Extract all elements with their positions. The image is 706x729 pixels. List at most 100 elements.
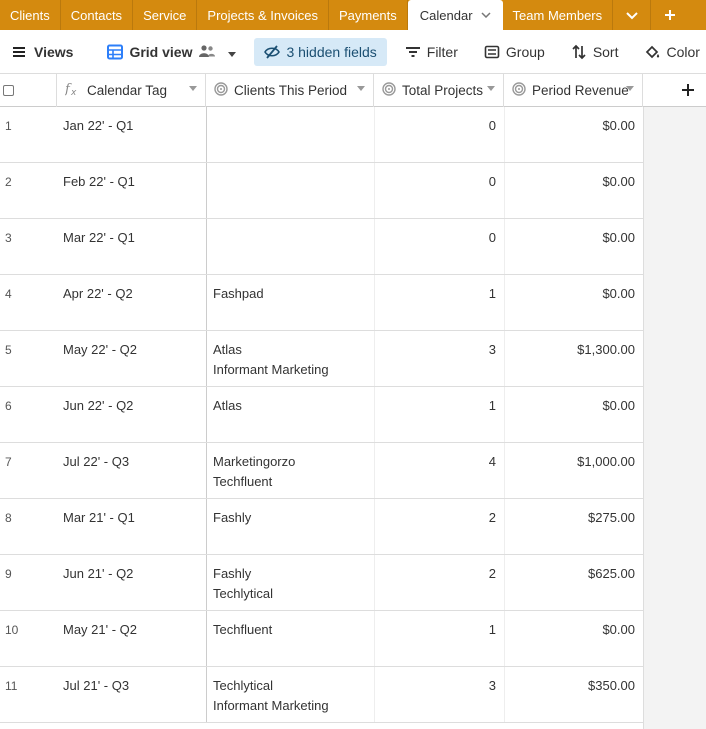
column-menu-caret-icon[interactable] (189, 86, 197, 91)
cell-total-projects[interactable]: 0 (374, 107, 504, 162)
more-tabs-button[interactable] (613, 0, 652, 30)
cell-total-projects[interactable]: 3 (374, 667, 504, 722)
table-row[interactable]: 7 Jul 22' - Q3 Marketingorzo Techfluent 4… (0, 443, 643, 499)
cell-clients-this-period[interactable]: Fashpad (206, 275, 374, 330)
cell-clients-this-period[interactable] (206, 219, 374, 274)
views-button[interactable]: Views (0, 38, 81, 66)
cell-period-revenue[interactable]: $0.00 (504, 275, 643, 330)
color-button[interactable]: Color (637, 38, 706, 66)
cell-calendar-tag[interactable]: May 21' - Q2 (57, 611, 206, 666)
cell-calendar-tag[interactable]: Mar 21' - Q1 (57, 499, 206, 554)
tab-service[interactable]: Service (133, 0, 198, 30)
sort-button[interactable]: Sort (563, 38, 627, 66)
cell-period-revenue[interactable]: $275.00 (504, 499, 643, 554)
table-row[interactable]: 6 Jun 22' - Q2 Atlas 1 $0.00 (0, 387, 643, 443)
table-row[interactable]: 8 Mar 21' - Q1 Fashly 2 $275.00 (0, 499, 643, 555)
cell-period-revenue[interactable]: $0.00 (504, 107, 643, 162)
cell-period-revenue[interactable]: $0.00 (504, 387, 643, 442)
cell-period-revenue[interactable]: $350.00 (504, 667, 643, 722)
cell-total-projects[interactable]: 0 (374, 219, 504, 274)
cell-period-revenue[interactable]: $0.00 (504, 219, 643, 274)
cell-calendar-tag[interactable]: Jul 22' - Q3 (57, 443, 206, 498)
cell-total-projects[interactable]: 1 (374, 387, 504, 442)
cell-calendar-tag[interactable]: Jun 21' - Q2 (57, 555, 206, 610)
row-number: 2 (5, 175, 12, 189)
column-header-clients-this-period[interactable]: Clients This Period (206, 74, 374, 107)
chevron-down-icon (625, 8, 638, 23)
tab-calendar[interactable]: Calendar (407, 0, 503, 30)
cell-period-revenue[interactable]: $625.00 (504, 555, 643, 610)
cell-clients-this-period[interactable]: Atlas Informant Marketing (206, 331, 374, 386)
rollup-icon (214, 82, 228, 99)
cell-total-projects[interactable]: 2 (374, 499, 504, 554)
column-menu-caret-icon[interactable] (357, 86, 365, 91)
table-row[interactable]: 2 Feb 22' - Q1 0 $0.00 (0, 163, 643, 219)
grid-icon (107, 44, 124, 60)
cell-calendar-tag[interactable]: Feb 22' - Q1 (57, 163, 206, 218)
table-row[interactable]: 9 Jun 21' - Q2 Fashly Techlytical 2 $625.… (0, 555, 643, 611)
table-row[interactable]: 5 May 22' - Q2 Atlas Informant Marketing … (0, 331, 643, 387)
cell-clients-this-period[interactable]: Fashly Techlytical (206, 555, 374, 610)
client-name: Fashly (213, 566, 252, 581)
filter-button[interactable]: Filter (397, 38, 466, 66)
column-menu-caret-icon[interactable] (487, 86, 495, 91)
tab-contacts[interactable]: Contacts (61, 0, 134, 30)
cell-total-projects[interactable]: 1 (374, 611, 504, 666)
cell-total-projects[interactable]: 2 (374, 555, 504, 610)
cell-calendar-tag[interactable]: Mar 22' - Q1 (57, 219, 206, 274)
add-field-button[interactable] (643, 74, 706, 107)
rollup-icon (382, 82, 396, 99)
group-button[interactable]: Group (476, 38, 553, 66)
cell-total-projects[interactable]: 1 (374, 275, 504, 330)
table-row[interactable]: 11 Jul 21' - Q3 Techlytical Informant Mar… (0, 667, 643, 723)
table-row[interactable]: 4 Apr 22' - Q2 Fashpad 1 $0.00 (0, 275, 643, 331)
tab-team-members[interactable]: Team Members (503, 0, 614, 30)
cell-clients-this-period[interactable]: Techlytical Informant Marketing (206, 667, 374, 722)
tab-payments[interactable]: Payments (329, 0, 408, 30)
cell-total-projects[interactable]: 4 (374, 443, 504, 498)
cell-period-revenue[interactable]: $0.00 (504, 611, 643, 666)
cell-calendar-tag[interactable]: Apr 22' - Q2 (57, 275, 206, 330)
color-label: Color (666, 43, 700, 60)
grid-view-switcher[interactable]: Grid view (99, 38, 244, 66)
tab-projects-invoices[interactable]: Projects & Invoices (197, 0, 329, 30)
cell-clients-this-period[interactable]: Fashly (206, 499, 374, 554)
cell-period-revenue[interactable]: $1,300.00 (504, 331, 643, 386)
view-name: Grid view (129, 43, 193, 60)
cell-clients-this-period[interactable] (206, 107, 374, 162)
column-header-total-projects[interactable]: Total Projects (374, 74, 504, 107)
grid-rows: 1 Jan 22' - Q1 0 $0.00 2 Feb 22' - Q1 0 … (0, 107, 643, 723)
column-menu-caret-icon[interactable] (626, 86, 634, 91)
table-row[interactable]: 10 May 21' - Q2 Techfluent 1 $0.00 (0, 611, 643, 667)
paint-bucket-icon (645, 44, 661, 60)
people-icon (198, 44, 216, 60)
row-number: 4 (5, 287, 12, 301)
cell-clients-this-period[interactable] (206, 163, 374, 218)
row-number: 10 (5, 623, 19, 637)
hidden-fields-button[interactable]: 3 hidden fields (254, 37, 387, 66)
cell-clients-this-period[interactable]: Atlas (206, 387, 374, 442)
column-header-calendar-tag[interactable]: fx Calendar Tag (57, 74, 206, 107)
select-all-checkbox[interactable] (3, 85, 14, 96)
column-header-period-revenue[interactable]: Period Revenue (504, 74, 643, 107)
cell-calendar-tag[interactable]: Jun 22' - Q2 (57, 387, 206, 442)
cell-calendar-tag[interactable]: May 22' - Q2 (57, 331, 206, 386)
cell-clients-this-period[interactable]: Marketingorzo Techfluent (206, 443, 374, 498)
row-number: 7 (5, 455, 12, 469)
views-label: Views (34, 43, 74, 60)
chevron-down-icon[interactable] (481, 9, 491, 21)
cell-calendar-tag[interactable]: Jan 22' - Q1 (57, 107, 206, 162)
cell-clients-this-period[interactable]: Techfluent (206, 611, 374, 666)
table-row[interactable]: 1 Jan 22' - Q1 0 $0.00 (0, 107, 643, 163)
cell-total-projects[interactable]: 0 (374, 163, 504, 218)
table-row[interactable]: 3 Mar 22' - Q1 0 $0.00 (0, 219, 643, 275)
cell-period-revenue[interactable]: $1,000.00 (504, 443, 643, 498)
row-number: 8 (5, 511, 12, 525)
cell-calendar-tag[interactable]: Jul 21' - Q3 (57, 667, 206, 722)
tab-clients[interactable]: Clients (0, 0, 61, 30)
add-table-button[interactable] (651, 0, 689, 30)
cell-total-projects[interactable]: 3 (374, 331, 504, 386)
cell-period-revenue[interactable]: $0.00 (504, 163, 643, 218)
row-number: 11 (5, 679, 18, 693)
records-grid: fx Calendar Tag Clients This Period Tota… (0, 74, 706, 729)
